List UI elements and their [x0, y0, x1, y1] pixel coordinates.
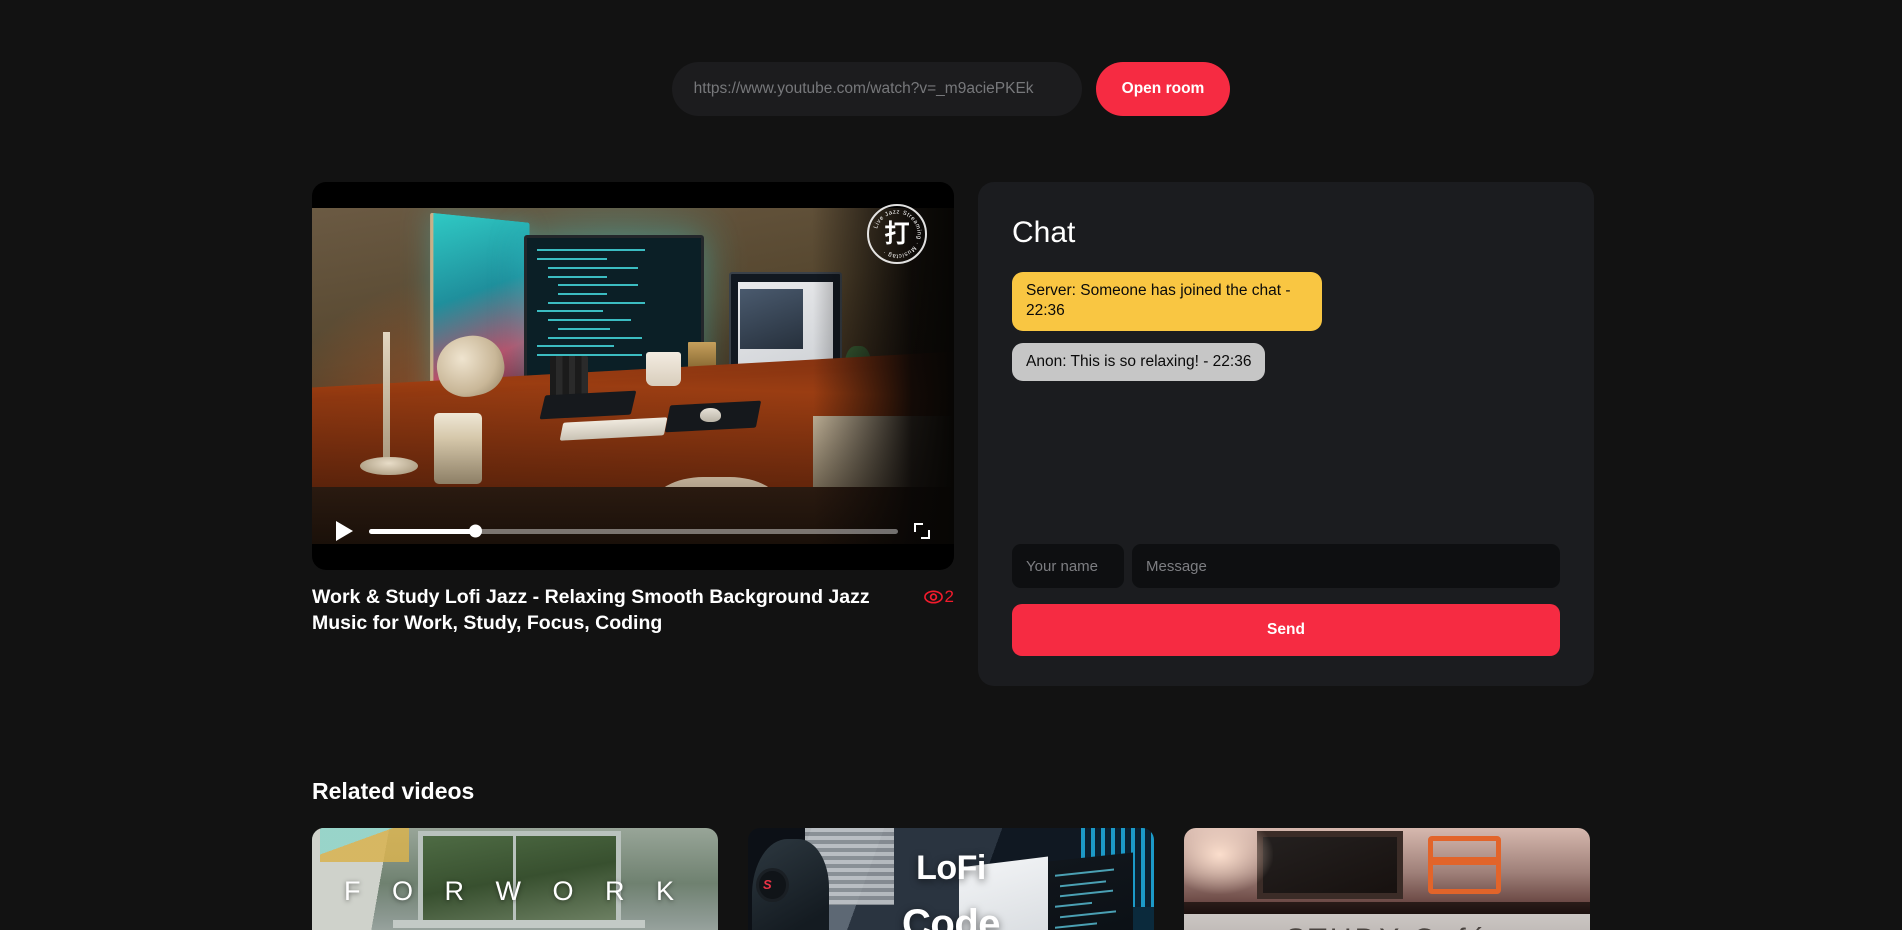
scene-tablet	[539, 390, 637, 419]
video-player[interactable]: Live Jazz Streaming · Musictag · 打	[312, 182, 954, 570]
scene-mug	[645, 352, 682, 387]
progress-handle[interactable]	[468, 524, 482, 538]
video-column: Live Jazz Streaming · Musictag · 打 Work …	[312, 182, 954, 636]
main-content: Live Jazz Streaming · Musictag · 打 Work …	[312, 182, 1594, 686]
video-frame	[312, 208, 954, 544]
thumbnail-lofi-code: S	[748, 828, 1154, 930]
player-controls	[312, 514, 954, 548]
room-url-bar: Open room	[0, 62, 1902, 116]
eye-icon	[923, 590, 943, 604]
related-videos-section: Related videos F O R W O R K S LoFi Code	[312, 778, 1594, 930]
room-url-input[interactable]	[671, 62, 1082, 116]
thumbnail-for-work	[312, 828, 718, 930]
chat-message-user: Anon: This is so relaxing! - 22:36	[1012, 342, 1266, 382]
chat-message-server: Server: Someone has joined the chat - 22…	[1012, 272, 1322, 331]
stream-logo-badge: Live Jazz Streaming · Musictag · 打	[867, 204, 927, 264]
logo-glyph: 打	[884, 219, 910, 248]
viewer-count: 2	[944, 587, 954, 606]
related-video-card-lofi-code[interactable]: S LoFi Code	[748, 828, 1154, 930]
viewer-count-group: 2	[923, 585, 954, 607]
send-button[interactable]: Send	[1012, 604, 1560, 656]
chat-title: Chat	[1012, 216, 1076, 249]
scene-mouse	[700, 407, 721, 423]
video-title: Work & Study Lofi Jazz - Relaxing Smooth…	[312, 586, 870, 634]
scene-speaker	[433, 412, 483, 484]
progress-bar[interactable]	[369, 524, 898, 538]
chat-panel: Chat Server: Someone has joined the chat…	[978, 182, 1594, 686]
fullscreen-icon[interactable]	[914, 523, 930, 539]
chat-messages[interactable]: Server: Someone has joined the chat - 22…	[1012, 272, 1560, 544]
open-room-button[interactable]: Open room	[1095, 62, 1231, 116]
scene-lamp-base	[360, 456, 418, 476]
related-videos-title: Related videos	[312, 778, 475, 804]
related-videos-grid: F O R W O R K S LoFi Code	[312, 828, 1594, 930]
related-video-card-study-cafe[interactable]: STUDY Café	[1184, 828, 1590, 930]
scene-lamp-pole	[382, 332, 390, 467]
thumbnail-study-cafe	[1184, 828, 1590, 930]
chat-message-input[interactable]	[1132, 544, 1560, 588]
app-root: Open room	[0, 0, 1902, 930]
progress-filled	[369, 528, 475, 534]
play-icon[interactable]	[336, 521, 353, 541]
related-video-card-for-work[interactable]: F O R W O R K	[312, 828, 718, 930]
chat-name-input[interactable]	[1012, 544, 1124, 588]
chat-input-row	[1012, 544, 1560, 588]
video-meta: Work & Study Lofi Jazz - Relaxing Smooth…	[312, 585, 954, 636]
